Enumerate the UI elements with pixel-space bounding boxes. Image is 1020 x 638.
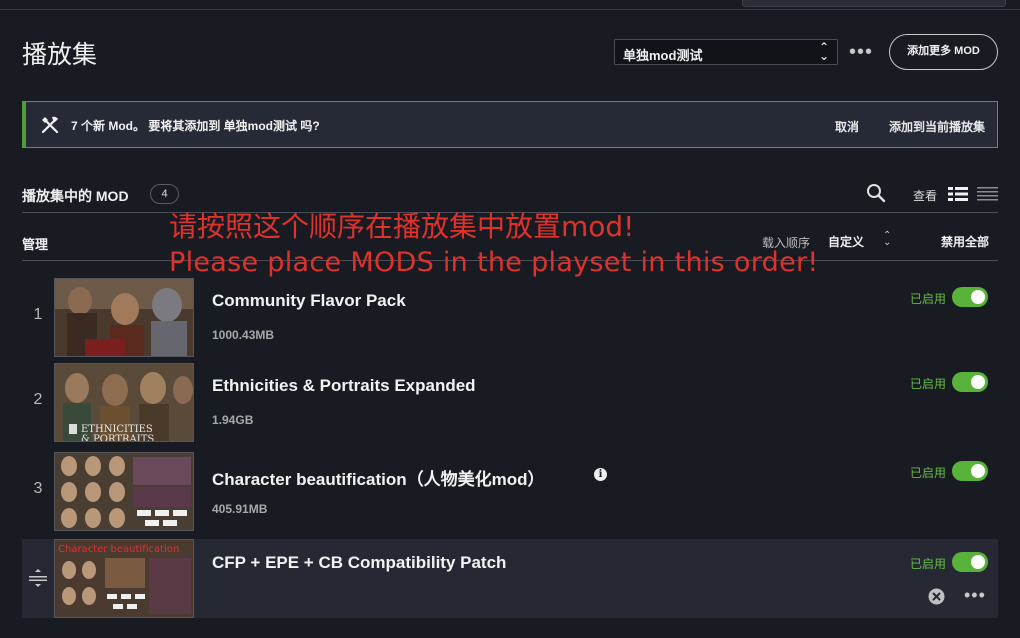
grid-view-icon[interactable] [948,186,968,202]
mod-name: Community Flavor Pack [212,291,406,310]
toggle-knob [971,555,985,569]
section-title: 播放集中的 MOD [22,188,129,204]
row-more-options-icon[interactable]: ••• [964,585,986,606]
mod-index: 3 [33,480,43,497]
mod-thumbnail: ETHNICITIES & PORTRAITS [54,363,194,442]
mod-row[interactable]: 3 Character beautification（人物美化mod） i 40… [22,450,998,534]
mod-index: 1 [33,306,43,323]
enabled-status: 已启用 [910,557,947,571]
enable-toggle[interactable] [952,461,988,481]
overlay-annotation-en: Please place MODS in the playset in this… [169,247,819,278]
mod-size: 1000.43MB [212,328,275,342]
add-to-playset-button[interactable]: 添加到当前播放集 [889,118,985,135]
enabled-status: 已启用 [910,377,947,391]
list-view-icon[interactable] [977,186,998,202]
playset-select[interactable]: 单独mod测试 ⌃ ⌄ [614,39,838,65]
disable-all-button[interactable]: 禁用全部 [941,233,989,250]
toggle-knob [971,375,985,389]
mod-name: Character beautification（人物美化mod） [212,470,545,489]
mod-row[interactable]: 2 ETHNICITIES & PORTRAITS Ethnicities & … [22,361,998,445]
more-options-icon[interactable]: ••• [849,41,873,64]
view-label: 查看 [913,189,938,203]
top-divider [0,9,1020,10]
drag-handle-icon[interactable] [28,569,48,587]
toggle-knob [971,464,985,478]
overlay-annotation-zh: 请按照这个顺序在播放集中放置mod! [169,210,635,243]
mod-thumbnail [54,452,194,531]
thumb-caption: Character beautification [58,544,179,555]
manage-label[interactable]: 管理 [22,234,48,253]
select-arrows-icon: ⌃ ⌄ [818,40,829,63]
mod-thumbnail: Character beautification [54,539,194,618]
mod-size: 405.91MB [212,502,268,516]
mod-thumbnail [54,278,194,357]
toggle-knob [971,290,985,304]
sort-arrows-icon[interactable]: ⌃ ⌄ [883,231,891,248]
enable-toggle[interactable] [952,372,988,392]
tools-icon [41,116,59,134]
mod-name: CFP + EPE + CB Compatibility Patch [212,553,507,572]
add-more-mods-button[interactable]: 添加更多 MOD [889,34,998,70]
new-mods-banner: 7 个新 Mod。 要将其添加到 单独mod测试 吗? 取消 添加到当前播放集 [22,101,998,148]
enabled-status: 已启用 [910,292,947,306]
sort-select[interactable]: 自定义 [828,233,864,250]
banner-cancel-button[interactable]: 取消 [835,118,859,135]
banner-message: 7 个新 Mod。 要将其添加到 单独mod测试 吗? [71,119,320,133]
page-title: 播放集 [22,40,98,69]
enable-toggle[interactable] [952,552,988,572]
mod-row[interactable]: 1 Community Flavor Pack 1000.43MB 已启用 [22,276,998,360]
remove-icon[interactable] [928,588,945,605]
mod-row-hovered[interactable]: Character beautification CFP + EPE + CB … [22,539,998,618]
mod-count-badge: 4 [150,184,179,204]
enabled-status: 已启用 [910,466,947,480]
search-icon[interactable] [866,183,886,203]
info-icon[interactable]: i [594,468,607,481]
mod-name: Ethnicities & Portraits Expanded [212,376,476,395]
playset-select-value: 单独mod测试 [623,48,703,63]
thumb-caption: & PORTRAITS [81,434,154,442]
top-search-field[interactable] [742,0,1006,7]
mod-index: 2 [33,391,43,408]
enable-toggle[interactable] [952,287,988,307]
mod-size: 1.94GB [212,413,254,427]
